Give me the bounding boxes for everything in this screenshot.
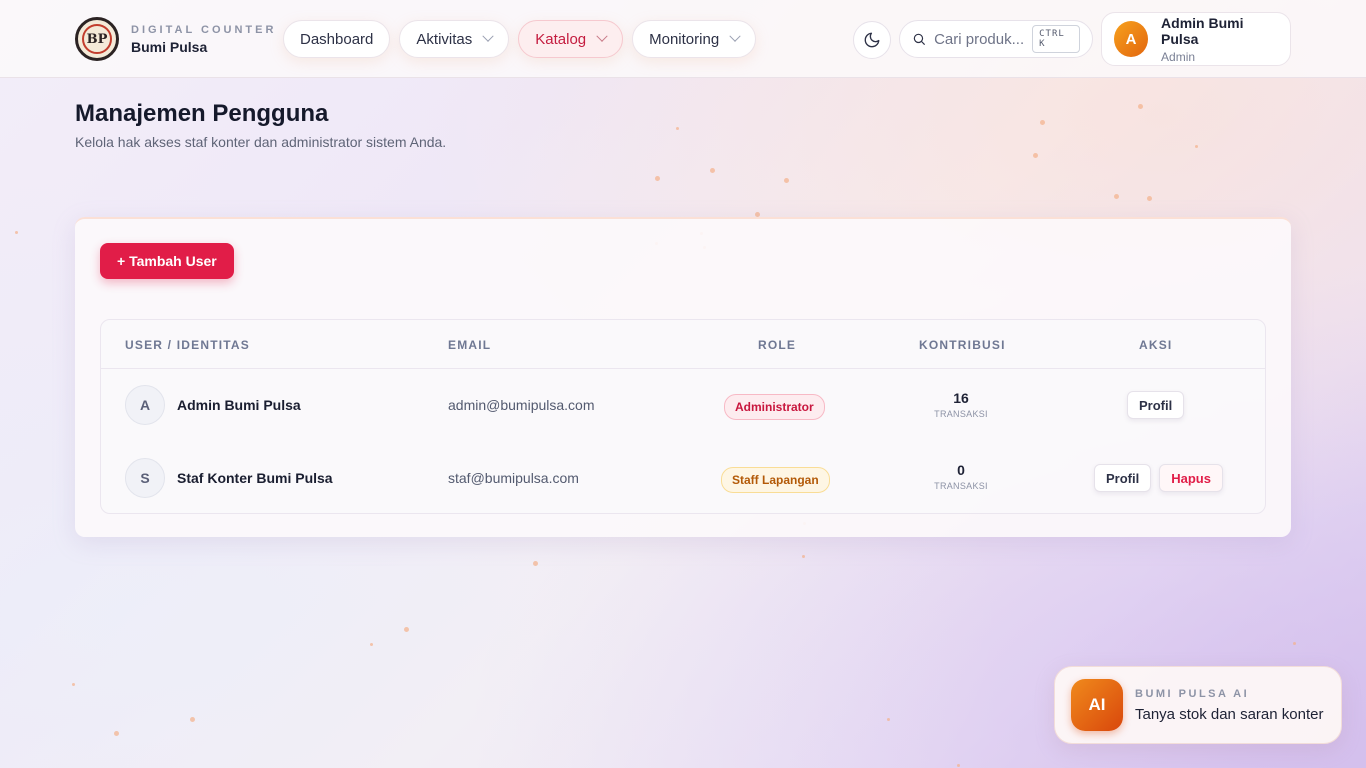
- chevron-down-icon: [729, 30, 741, 42]
- user-initial-avatar: S: [125, 458, 165, 498]
- chevron-down-icon: [482, 30, 494, 42]
- nav-aktivitas[interactable]: Aktivitas: [399, 20, 510, 58]
- user-meta: Admin Bumi Pulsa Admin: [1161, 15, 1278, 64]
- users-table: USER / IDENTITAS EMAIL ROLE KONTRIBUSI A…: [100, 319, 1266, 514]
- column-header-role: ROLE: [758, 338, 797, 352]
- user-name-cell: Admin Bumi Pulsa: [177, 397, 301, 413]
- search-shortcut-hint: CTRL K: [1032, 25, 1080, 53]
- contribution-unit: TRANSAKSI: [934, 481, 988, 491]
- brand-name: Bumi Pulsa: [131, 38, 208, 55]
- avatar: A: [1114, 21, 1149, 57]
- nav-dashboard[interactable]: Dashboard: [283, 20, 391, 58]
- moon-icon: [864, 32, 880, 48]
- top-navbar: BP DIGITAL COUNTER Bumi Pulsa Dashboard …: [0, 0, 1366, 78]
- search-icon: [913, 33, 925, 45]
- profile-button[interactable]: Profil: [1094, 464, 1152, 492]
- nav-katalog[interactable]: Katalog: [518, 20, 624, 58]
- add-user-button[interactable]: + Tambah User: [100, 243, 234, 279]
- column-header-aksi: AKSI: [1139, 338, 1173, 352]
- role-badge: Staff Lapangan: [721, 467, 830, 493]
- ai-assistant-widget[interactable]: AI BUMI PULSA AI Tanya stok dan saran ko…: [1054, 666, 1342, 744]
- main-nav: Dashboard Aktivitas Katalog Monitoring: [283, 20, 757, 58]
- search-bar[interactable]: Cari produk... CTRL K: [899, 20, 1093, 58]
- row-actions: Profil Hapus: [1094, 464, 1223, 492]
- ai-assistant-icon: AI: [1071, 679, 1123, 731]
- brand-text: DIGITAL COUNTER Bumi Pulsa: [131, 24, 276, 55]
- profile-button[interactable]: Profil: [1127, 391, 1185, 419]
- row-actions: Profil: [1127, 391, 1185, 419]
- search-input[interactable]: Cari produk...: [934, 31, 1024, 48]
- user-management-card: + Tambah User USER / IDENTITAS EMAIL ROL…: [75, 217, 1291, 537]
- column-header-kontribusi: KONTRIBUSI: [919, 338, 1006, 352]
- delete-user-button[interactable]: Hapus: [1159, 464, 1223, 492]
- brand-logo: BP: [75, 17, 119, 61]
- nav-monitoring-label: Monitoring: [649, 30, 720, 48]
- nav-aktivitas-label: Aktivitas: [416, 30, 473, 48]
- contribution-count: 16: [953, 390, 969, 406]
- column-header-email: EMAIL: [448, 338, 492, 352]
- page-subtitle: Kelola hak akses staf konter dan adminis…: [75, 134, 447, 150]
- user-email-cell: staf@bumipulsa.com: [448, 470, 579, 486]
- contribution-cell: 16 TRANSAKSI: [921, 390, 1001, 419]
- nav-monitoring[interactable]: Monitoring: [632, 20, 757, 58]
- contribution-count: 0: [957, 462, 965, 478]
- nav-katalog-label: Katalog: [535, 30, 587, 48]
- ai-assistant-description: Tanya stok dan saran konter: [1135, 705, 1324, 723]
- table-header: USER / IDENTITAS EMAIL ROLE KONTRIBUSI A…: [101, 320, 1265, 369]
- user-role: Admin: [1161, 49, 1196, 64]
- table-row: A Admin Bumi Pulsa admin@bumipulsa.com A…: [101, 375, 1265, 435]
- page-title: Manajemen Pengguna: [75, 100, 329, 127]
- brand-subtitle: DIGITAL COUNTER: [131, 23, 277, 36]
- contribution-cell: 0 TRANSAKSI: [921, 462, 1001, 491]
- brand[interactable]: BP DIGITAL COUNTER Bumi Pulsa: [75, 17, 276, 61]
- role-badge: Administrator: [724, 394, 825, 420]
- brand-logo-text: BP: [86, 31, 108, 47]
- chevron-down-icon: [596, 30, 608, 42]
- theme-toggle-button[interactable]: [853, 21, 891, 59]
- user-menu[interactable]: A Admin Bumi Pulsa Admin: [1101, 12, 1291, 66]
- user-name: Admin Bumi Pulsa: [1161, 14, 1244, 47]
- contribution-unit: TRANSAKSI: [934, 409, 988, 419]
- user-email-cell: admin@bumipulsa.com: [448, 397, 595, 413]
- user-initial-avatar: A: [125, 385, 165, 425]
- table-row: S Staf Konter Bumi Pulsa staf@bumipulsa.…: [101, 447, 1265, 507]
- column-header-user: USER / IDENTITAS: [125, 338, 250, 352]
- user-name-cell: Staf Konter Bumi Pulsa: [177, 470, 333, 486]
- ai-assistant-text: BUMI PULSA AI Tanya stok dan saran konte…: [1135, 688, 1323, 723]
- ai-assistant-label: BUMI PULSA AI: [1135, 687, 1250, 700]
- nav-dashboard-label: Dashboard: [300, 30, 374, 48]
